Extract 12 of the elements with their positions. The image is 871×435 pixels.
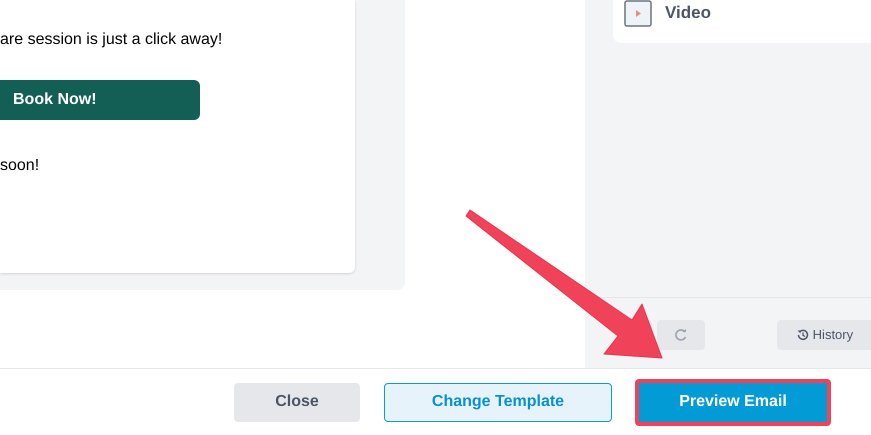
play-icon xyxy=(624,0,652,26)
email-text: are session is just a click away! xyxy=(0,30,222,50)
email-text: soon! xyxy=(0,156,40,176)
preview-button[interactable]: Preview Email xyxy=(639,382,827,422)
redo-icon xyxy=(674,329,687,341)
history-icon xyxy=(796,329,809,341)
block-item[interactable]: Video xyxy=(624,0,871,26)
redo-button[interactable] xyxy=(657,320,705,350)
change-template-button[interactable]: Change Template xyxy=(384,382,612,422)
history-button[interactable]: History xyxy=(776,320,871,350)
book-now-button[interactable]: Book Now! xyxy=(0,80,200,120)
close-button[interactable]: Close xyxy=(234,382,360,422)
